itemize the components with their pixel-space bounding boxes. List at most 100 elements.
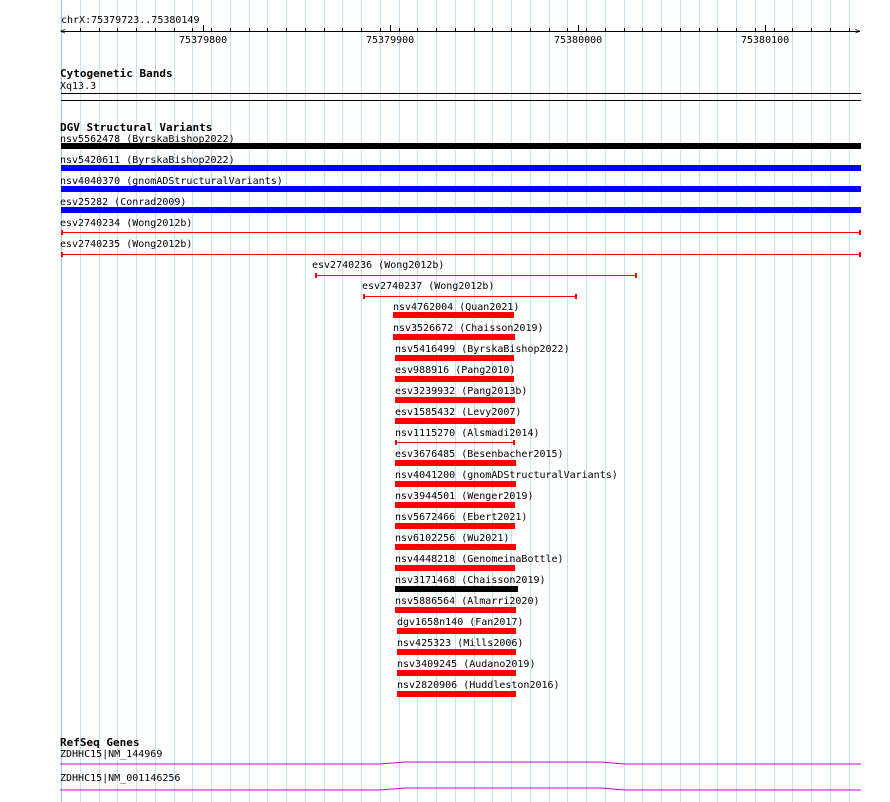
variant-endcap [363,294,365,299]
ruler-minor-tick [549,28,550,31]
ruler-minor-tick [605,28,606,31]
variant-bar[interactable] [61,232,861,233]
ruler-minor-tick [755,28,756,31]
grid-line [736,0,737,802]
variant-bar[interactable] [395,565,515,571]
variant-bar[interactable] [61,143,861,149]
ruler-minor-tick [530,28,531,31]
ruler-minor-tick [699,28,700,31]
ruler-minor-tick [586,28,587,31]
cytoband-label[interactable]: Xq13.3 [60,81,96,93]
variant-label[interactable]: esv2740234 (Wong2012b) [60,218,192,230]
ruler-minor-tick [267,28,268,31]
coordinates-label: chrX:75379723..75380149 [61,15,200,26]
ruler-minor-tick [455,28,456,31]
variant-endcap [859,230,861,235]
ruler-minor-tick [474,28,475,31]
ruler-minor-tick [211,28,212,31]
variant-bar[interactable] [397,649,516,655]
variant-label[interactable]: esv2740235 (Wong2012b) [60,239,192,251]
grid-line [305,0,306,802]
grid-line [586,0,587,802]
cytogenetic-title[interactable]: Cytogenetic Bands [60,67,173,80]
ruler-minor-tick [136,28,137,31]
refseq-title[interactable]: RefSeq Genes [60,736,139,749]
grid-line [774,0,775,802]
ruler-minor-tick [155,28,156,31]
ruler-minor-tick [492,28,493,31]
variant-endcap [513,440,515,445]
variant-label[interactable]: esv2740237 (Wong2012b) [362,281,494,293]
ruler-minor-tick [642,28,643,31]
grid-line [811,0,812,802]
dgv-title[interactable]: DGV Structural Variants [60,121,212,134]
ruler-minor-tick [117,28,118,31]
variant-bar[interactable] [315,275,637,276]
variant-bar[interactable] [395,502,515,508]
ruler-minor-tick [792,28,793,31]
ruler-minor-tick [661,28,662,31]
variant-bar[interactable] [395,376,514,382]
ruler-tick-label: 75379900 [366,35,415,46]
ruler-minor-tick [174,28,175,31]
ruler-tick-mark [390,25,391,31]
ruler-minor-tick [305,28,306,31]
grid-line [361,0,362,802]
variant-label[interactable]: nsv1115270 (Alsmadi2014) [395,428,540,440]
ruler-minor-tick [249,28,250,31]
variant-endcap [575,294,577,299]
grid-line [624,0,625,802]
ruler-minor-tick [417,28,418,31]
variant-bar[interactable] [61,207,861,213]
grid-line [717,0,718,802]
variant-bar[interactable] [61,186,861,192]
ruler-minor-tick [774,28,775,31]
variant-endcap [315,273,317,278]
variant-bar[interactable] [395,418,515,424]
ruler-minor-tick [80,28,81,31]
variant-bar[interactable] [395,523,515,529]
variant-bar[interactable] [393,334,515,340]
variant-bar[interactable] [395,481,516,487]
grid-line [567,0,568,802]
ruler-minor-tick [99,28,100,31]
gene-line-2[interactable] [60,784,862,794]
variant-bar[interactable] [363,296,577,297]
ruler-tick-mark [203,25,204,31]
variant-bar[interactable] [395,586,518,592]
ruler-minor-tick [192,28,193,31]
grid-line [792,0,793,802]
variant-bar[interactable] [395,397,515,403]
ruler-tick-label: 75380000 [554,35,603,46]
variant-label[interactable]: esv2740236 (Wong2012b) [312,260,444,272]
grid-line [286,0,287,802]
variant-bar[interactable] [61,254,861,255]
ruler-minor-tick [830,28,831,31]
variant-bar[interactable] [397,670,516,676]
ruler-minor-tick [624,28,625,31]
ruler-minor-tick [361,28,362,31]
variant-bar[interactable] [395,442,515,443]
cytoband-top-line [61,93,861,94]
variant-endcap [635,273,637,278]
variant-bar[interactable] [395,607,516,613]
gene-line-1[interactable] [60,758,862,768]
grid-line [249,0,250,802]
variant-bar[interactable] [395,460,516,466]
variant-bar[interactable] [397,628,516,634]
gene-2-path [60,787,861,791]
variant-bar[interactable] [61,165,861,171]
variant-bar[interactable] [397,691,516,697]
ruler-minor-tick [736,28,737,31]
ruler-left-arrow-icon: < [60,27,66,37]
ruler-minor-tick [511,28,512,31]
ruler-minor-tick [380,28,381,31]
grid-line [642,0,643,802]
variant-endcap [395,440,397,445]
variant-bar[interactable] [393,312,514,318]
grid-line [380,0,381,802]
variant-bar[interactable] [395,355,514,361]
ruler-minor-tick [717,28,718,31]
variant-bar[interactable] [395,544,516,550]
grid-line [699,0,700,802]
